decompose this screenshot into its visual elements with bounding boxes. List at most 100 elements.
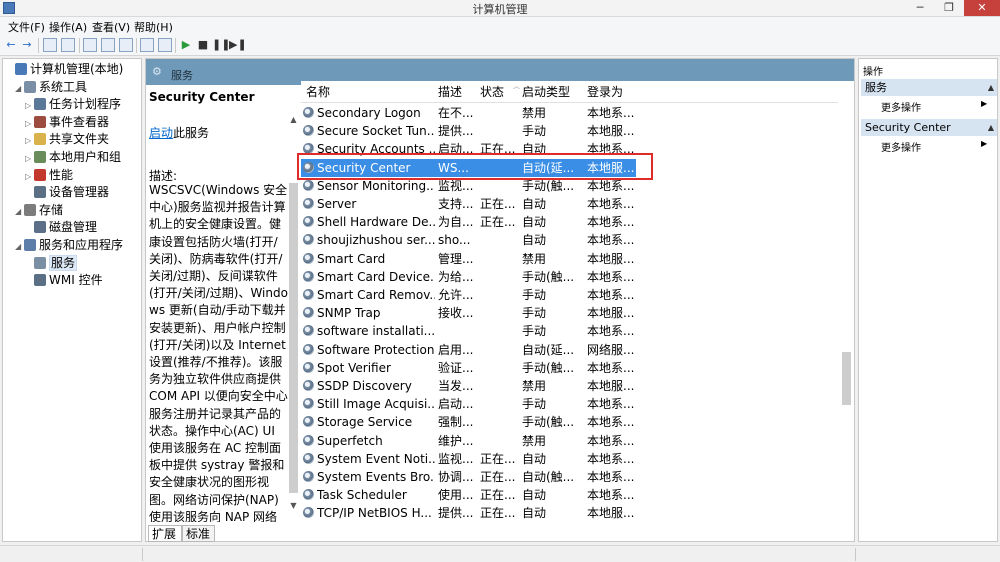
tree-item[interactable]: 计算机管理(本地) bbox=[6, 61, 123, 78]
tree-item[interactable]: ▷ 事件查看器 bbox=[25, 114, 109, 131]
tab-standard[interactable]: 标准 bbox=[182, 525, 215, 542]
service-logon: 本地服... bbox=[587, 251, 635, 266]
tools-icon bbox=[24, 80, 36, 93]
scroll-thumb[interactable] bbox=[289, 183, 298, 493]
service-row[interactable]: Smart Card 管理... 禁用 本地服... bbox=[301, 250, 636, 268]
show-hide-tree-icon[interactable] bbox=[61, 38, 75, 52]
collapse-icon[interactable]: ▲ bbox=[988, 119, 994, 136]
service-row[interactable]: Spot Verifier 验证... 手动(触... 本地系... bbox=[301, 359, 636, 377]
more-actions-label: 更多操作 bbox=[881, 143, 921, 154]
more-actions-services[interactable]: 更多操作 ▶ bbox=[881, 99, 987, 114]
column-startup-type[interactable]: 启动类型 bbox=[522, 81, 570, 101]
tree-item[interactable]: 服务 bbox=[25, 254, 78, 272]
scroll-up-icon[interactable]: ▲ bbox=[288, 115, 299, 124]
show-action-pane-icon[interactable] bbox=[158, 38, 172, 52]
tree-item-label: 系统工具 bbox=[39, 79, 88, 94]
service-row[interactable]: Secondary Logon 在不... 禁用 本地系... bbox=[301, 104, 636, 122]
export-list-icon[interactable] bbox=[119, 38, 133, 52]
list-scroll-thumb[interactable] bbox=[842, 352, 851, 405]
pause-service-icon[interactable]: ❚❚ bbox=[212, 38, 230, 52]
forward-icon[interactable]: → bbox=[20, 38, 34, 52]
expand-arrow-icon[interactable]: ◢ bbox=[15, 80, 24, 97]
tab-extended[interactable]: 扩展 bbox=[148, 525, 182, 542]
service-startup-type: 手动(触... bbox=[522, 415, 575, 430]
service-row[interactable]: SNMP Trap 接收... 手动 本地服... bbox=[301, 304, 636, 322]
service-description: 在不... bbox=[438, 106, 474, 120]
service-row[interactable]: Task Scheduler 使用... 正在... 自动 本地系... bbox=[301, 486, 636, 504]
tree-item[interactable]: ◢ 存储 bbox=[15, 202, 63, 219]
tree-item[interactable]: 磁盘管理 bbox=[25, 219, 97, 236]
tree-item[interactable]: ▷ 共享文件夹 bbox=[25, 131, 109, 148]
service-gear-icon bbox=[303, 216, 314, 228]
service-gear-icon bbox=[303, 252, 314, 264]
service-name: Smart Card Remov... bbox=[317, 288, 435, 302]
column-description[interactable]: 描述 bbox=[438, 81, 462, 101]
expand-arrow-icon[interactable]: ▷ bbox=[25, 132, 34, 149]
service-row[interactable]: SSDP Discovery 当发... 禁用 本地服... bbox=[301, 377, 636, 395]
service-description-panel: Security Center 启动此服务 描述: WSCSVC(Windows… bbox=[146, 85, 294, 525]
tree-item[interactable]: ◢ 服务和应用程序 bbox=[15, 237, 123, 254]
service-name: SNMP Trap bbox=[317, 306, 381, 321]
column-status[interactable]: 状态 bbox=[480, 81, 504, 101]
actions-title: 操作 bbox=[863, 67, 883, 78]
more-actions-security-center[interactable]: 更多操作 ▶ bbox=[881, 139, 987, 154]
description-text: WSCSVC(Windows 安全中心)服务监视并报告计算机上的安全健康设置。健… bbox=[149, 183, 288, 522]
refresh-icon[interactable] bbox=[101, 38, 115, 52]
expand-arrow-icon[interactable]: ◢ bbox=[15, 238, 24, 255]
service-row[interactable]: Software Protection 启用... 自动(延... 网络服... bbox=[301, 341, 636, 359]
list-scrollbar[interactable] bbox=[838, 82, 853, 518]
actions-section-services[interactable]: 服务 ▲ bbox=[861, 79, 997, 96]
column-logon-as[interactable]: 登录为 bbox=[587, 81, 623, 101]
tree-item[interactable]: ▷ 任务计划程序 bbox=[25, 96, 121, 113]
service-row[interactable]: Shell Hardware De... 为自... 正在... 自动 本地系... bbox=[301, 213, 636, 231]
start-service-link[interactable]: 启动 bbox=[149, 126, 173, 140]
close-button[interactable]: ✕ bbox=[964, 0, 1000, 16]
service-row[interactable]: System Event Noti... 监视... 正在... 自动 本地系... bbox=[301, 450, 636, 468]
tree-item[interactable]: ◢ 系统工具 bbox=[15, 79, 87, 96]
service-startup-type: 自动(延... bbox=[522, 342, 575, 357]
service-name: Secure Socket Tun... bbox=[317, 124, 435, 139]
maximize-button[interactable]: ❐ bbox=[936, 0, 962, 16]
expand-arrow-icon[interactable]: ▷ bbox=[25, 97, 34, 114]
menu-help[interactable]: 帮助(H) bbox=[134, 19, 173, 35]
service-row[interactable]: Still Image Acquisi... 启动... 手动 本地系... bbox=[301, 395, 636, 413]
start-service-icon[interactable]: ▶ bbox=[179, 38, 193, 52]
restart-service-icon[interactable]: ▶❚ bbox=[229, 38, 247, 52]
service-status bbox=[480, 286, 518, 304]
menu-action[interactable]: 操作(A) bbox=[49, 19, 87, 35]
properties-icon[interactable] bbox=[83, 38, 97, 52]
service-row[interactable]: shoujizhushou ser... sho... 自动 本地系... bbox=[301, 231, 636, 249]
collapse-icon[interactable]: ▲ bbox=[988, 79, 994, 96]
actions-section-security-center[interactable]: Security Center ▲ bbox=[861, 119, 997, 136]
service-row[interactable]: Superfetch 维护... 禁用 本地系... bbox=[301, 432, 636, 450]
service-row[interactable]: Secure Socket Tun... 提供... 手动 本地服... bbox=[301, 122, 636, 140]
help-icon[interactable] bbox=[140, 38, 154, 52]
expand-arrow-icon[interactable]: ▷ bbox=[25, 168, 34, 185]
expand-arrow-icon[interactable]: ▷ bbox=[25, 150, 34, 167]
service-row[interactable]: Smart Card Remov... 允许... 手动 本地系... bbox=[301, 286, 636, 304]
service-row[interactable]: software installati... 手动 本地系... bbox=[301, 322, 636, 340]
expand-arrow-icon[interactable]: ◢ bbox=[15, 203, 24, 220]
column-name[interactable]: 名称 bbox=[306, 81, 330, 101]
expand-arrow-icon[interactable]: ▷ bbox=[25, 115, 34, 132]
scroll-down-icon[interactable]: ▼ bbox=[288, 501, 299, 510]
back-icon[interactable]: ← bbox=[4, 38, 18, 52]
service-row[interactable]: Storage Service 强制... 手动(触... 本地系... bbox=[301, 413, 636, 431]
tree-item[interactable]: ▷ 性能 bbox=[25, 167, 73, 184]
apps-icon bbox=[24, 239, 36, 251]
tree-item[interactable]: WMI 控件 bbox=[25, 272, 103, 289]
service-row[interactable]: Smart Card Device... 为给... 手动(触... 本地系... bbox=[301, 268, 636, 286]
service-logon: 本地系... bbox=[587, 451, 635, 466]
tree-item[interactable]: 设备管理器 bbox=[25, 184, 109, 201]
minimize-button[interactable]: ─ bbox=[907, 0, 933, 16]
service-status: 正在... bbox=[480, 451, 516, 466]
stop-service-icon[interactable]: ■ bbox=[196, 38, 210, 52]
service-name: System Events Bro... bbox=[317, 470, 435, 484]
service-row[interactable]: System Events Bro... 协调... 正在... 自动(触... 本地系… bbox=[301, 468, 636, 486]
menu-file[interactable]: 文件(F) bbox=[8, 19, 45, 35]
up-folder-icon[interactable] bbox=[43, 38, 57, 52]
service-row[interactable]: Server 支持... 正在... 自动 本地系... bbox=[301, 195, 636, 213]
tree-item[interactable]: ▷ 本地用户和组 bbox=[25, 149, 121, 166]
service-row[interactable]: TCP/IP NetBIOS H... 提供... 正在... 自动 本地服... bbox=[301, 504, 636, 522]
menu-view[interactable]: 查看(V) bbox=[92, 19, 130, 35]
